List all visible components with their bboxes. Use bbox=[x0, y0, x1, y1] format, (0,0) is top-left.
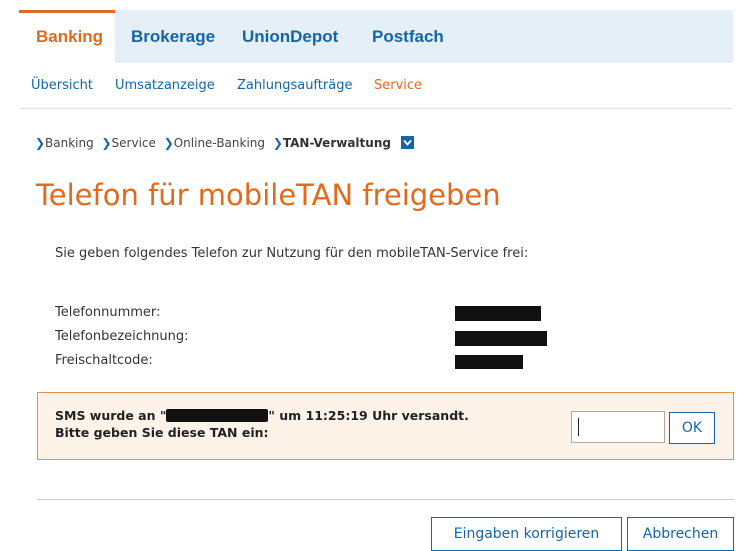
tab-uniondepot[interactable]: UnionDepot bbox=[242, 10, 338, 61]
phone-number-value-redacted bbox=[455, 306, 541, 321]
chevron-right-icon: ❯ bbox=[163, 136, 174, 150]
subnav-item-umsatzanzeige[interactable]: Umsatzanzeige bbox=[115, 78, 215, 93]
sms-suffix-text: " um 11:25:19 Uhr versandt. bbox=[268, 408, 469, 423]
phone-name-label: Telefonbezeichnung: bbox=[55, 329, 189, 344]
tan-input[interactable] bbox=[571, 411, 665, 443]
sms-number-redacted bbox=[166, 409, 269, 422]
cancel-button[interactable]: Abbrechen bbox=[627, 517, 734, 551]
page-title: Telefon für mobileTAN freigeben bbox=[36, 178, 501, 212]
sub-navigation: Übersicht Umsatzanzeige Zahlungsaufträge… bbox=[19, 62, 733, 109]
phone-number-label: Telefonnummer: bbox=[55, 305, 161, 320]
subnav-item-zahlungsauftraege[interactable]: Zahlungsaufträge bbox=[237, 78, 352, 93]
main-navigation: Banking Brokerage UnionDepot Postfach bbox=[19, 10, 733, 62]
text-caret bbox=[578, 418, 579, 436]
tan-message: SMS wurde an " " um 11:25:19 Uhr versandt… bbox=[55, 407, 469, 441]
activation-code-value-redacted bbox=[455, 355, 523, 369]
tab-postfach[interactable]: Postfach bbox=[372, 10, 444, 61]
breadcrumb-item-banking[interactable]: Banking bbox=[45, 136, 94, 150]
chevron-right-icon: ❯ bbox=[101, 136, 112, 150]
intro-text: Sie geben folgendes Telefon zur Nutzung … bbox=[55, 246, 529, 261]
breadcrumb-current: TAN-Verwaltung bbox=[282, 136, 391, 150]
phone-name-value-redacted bbox=[455, 331, 547, 346]
divider bbox=[37, 499, 734, 500]
tan-instruction: Bitte geben Sie diese TAN ein: bbox=[55, 425, 269, 440]
tan-entry-panel: SMS wurde an " " um 11:25:19 Uhr versandt… bbox=[37, 392, 734, 460]
correct-input-button[interactable]: Eingaben korrigieren bbox=[431, 517, 622, 551]
activation-code-label: Freischaltcode: bbox=[55, 353, 153, 368]
breadcrumb: ❯Banking ❯Service ❯Online-Banking ❯TAN-V… bbox=[35, 136, 414, 150]
ok-button[interactable]: OK bbox=[669, 412, 715, 444]
sms-prefix-text: SMS wurde an " bbox=[55, 408, 167, 423]
subnav-item-service[interactable]: Service bbox=[374, 78, 422, 93]
chevron-right-icon: ❯ bbox=[35, 136, 46, 150]
tab-banking[interactable]: Banking bbox=[19, 10, 116, 62]
tab-brokerage[interactable]: Brokerage bbox=[131, 10, 215, 61]
dropdown-check-icon[interactable] bbox=[400, 136, 414, 149]
breadcrumb-item-online-banking[interactable]: Online-Banking bbox=[174, 136, 265, 150]
breadcrumb-item-service[interactable]: Service bbox=[112, 136, 156, 150]
chevron-right-icon: ❯ bbox=[272, 136, 283, 150]
subnav-item-uebersicht[interactable]: Übersicht bbox=[31, 78, 93, 93]
